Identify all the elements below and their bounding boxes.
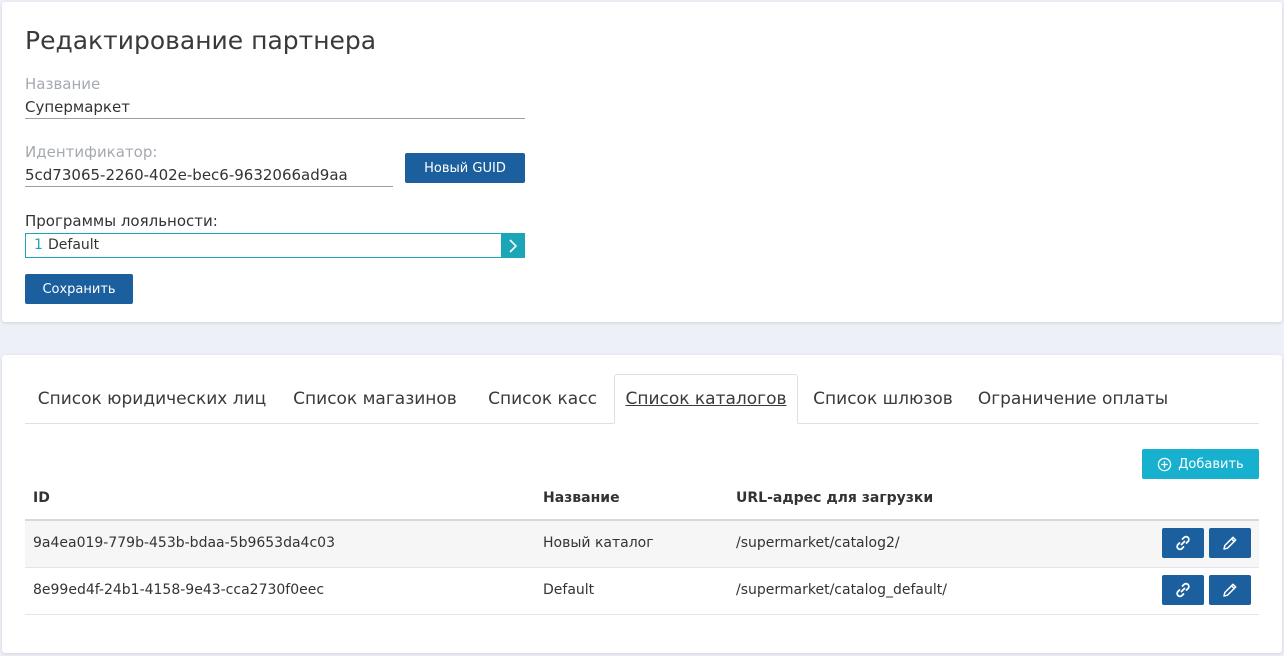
partner-details-card: Список юридических лиц Список магазинов … [2,355,1282,653]
partner-edit-card: Редактирование партнера Название Суперма… [2,2,1282,322]
pencil-icon [1223,536,1237,550]
loyalty-selected-number: 1 [34,237,43,253]
link-icon [1176,582,1190,598]
link-button[interactable] [1162,528,1204,558]
pencil-icon [1223,583,1237,597]
cell-id: 8e99ed4f-24b1-4158-9e43-cca2730f0eec [33,582,325,598]
table-row: 8e99ed4f-24b1-4158-9e43-cca2730f0eec Def… [25,568,1259,615]
cell-url: /supermarket/catalog_default/ [736,582,947,598]
edit-button[interactable] [1209,528,1251,558]
cell-url: /supermarket/catalog2/ [736,535,900,551]
plus-circle-icon [1157,457,1172,472]
tab-legal-entities[interactable]: Список юридических лиц [25,374,279,423]
new-guid-button[interactable]: Новый GUID [405,153,525,183]
id-input-underline [25,186,393,187]
link-icon [1176,535,1190,551]
tab-gateways[interactable]: Список шлюзов [798,374,968,423]
column-header-url: URL-адрес для загрузки [736,490,934,506]
loyalty-label: Программы лояльности: [25,212,218,230]
tab-catalogs[interactable]: Список каталогов [614,374,798,424]
loyalty-selected-text: Default [48,237,100,253]
id-input[interactable]: 5cd73065-2260-402e-bec6-9632066ad9aa [25,166,348,184]
edit-button[interactable] [1209,575,1251,605]
column-header-id: ID [33,490,50,506]
page-title: Редактирование партнера [25,26,377,55]
name-input-underline [25,118,525,119]
tab-bar: Список юридических лиц Список магазинов … [25,374,1259,424]
tab-payment-restrictions[interactable]: Ограничение оплаты [968,374,1178,423]
column-header-name: Название [543,490,620,506]
save-button[interactable]: Сохранить [25,274,133,304]
tab-stores[interactable]: Список магазинов [279,374,471,423]
name-input[interactable]: Супермаркет [25,98,130,116]
cell-id: 9a4ea019-779b-453b-bdaa-5b9653da4c03 [33,535,335,551]
cell-name: Default [543,582,595,598]
add-catalog-button[interactable]: Добавить [1142,449,1259,479]
id-label: Идентификатор: [25,143,158,161]
name-label: Название [25,75,101,93]
link-button[interactable] [1162,575,1204,605]
loyalty-select[interactable]: 1 Default [25,233,525,258]
cell-name: Новый каталог [543,535,654,551]
chevron-right-icon[interactable] [501,234,524,257]
tab-cash-registers[interactable]: Список касс [471,374,614,423]
table-row: 9a4ea019-779b-453b-bdaa-5b9653da4c03 Нов… [25,521,1259,568]
add-button-label: Добавить [1178,456,1244,472]
